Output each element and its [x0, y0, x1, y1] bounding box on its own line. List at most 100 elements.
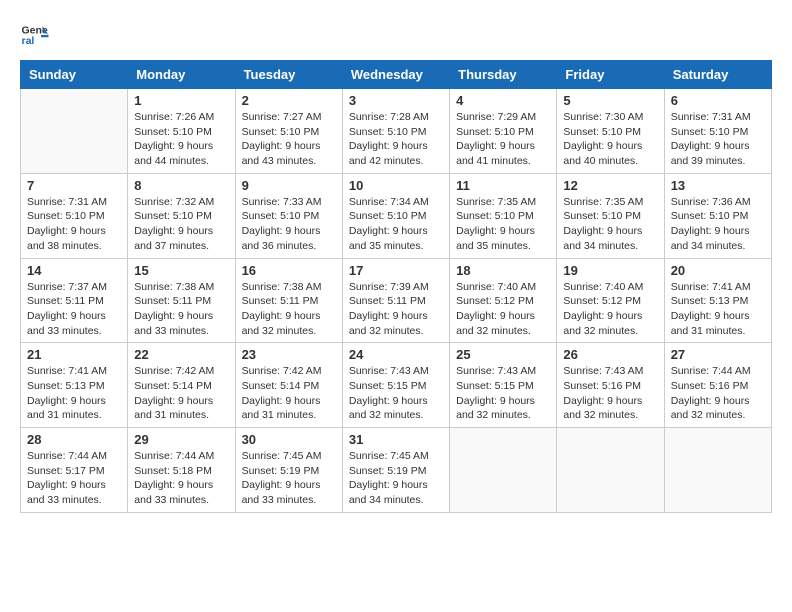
calendar-day-cell: 16 Sunrise: 7:38 AMSunset: 5:11 PMDayligh…: [235, 258, 342, 343]
day-number: 24: [349, 347, 443, 362]
day-info: Sunrise: 7:42 AMSunset: 5:14 PMDaylight:…: [134, 364, 228, 423]
calendar-day-cell: 27 Sunrise: 7:44 AMSunset: 5:16 PMDayligh…: [664, 343, 771, 428]
day-info: Sunrise: 7:26 AMSunset: 5:10 PMDaylight:…: [134, 110, 228, 169]
calendar-week-row: 7 Sunrise: 7:31 AMSunset: 5:10 PMDaylight…: [21, 173, 772, 258]
svg-text:ral: ral: [22, 35, 35, 47]
calendar-day-cell: 26Sunrise: 7:43 AMSunset: 5:16 PMDayligh…: [557, 343, 664, 428]
calendar-day-header: Monday: [128, 61, 235, 89]
day-info: Sunrise: 7:38 AMSunset: 5:11 PMDaylight:…: [242, 280, 336, 339]
calendar-day-cell: 15 Sunrise: 7:38 AMSunset: 5:11 PMDayligh…: [128, 258, 235, 343]
day-info: Sunrise: 7:39 AMSunset: 5:11 PMDaylight:…: [349, 280, 443, 339]
day-info: Sunrise: 7:40 AMSunset: 5:12 PMDaylight:…: [563, 280, 657, 339]
day-info: Sunrise: 7:32 AMSunset: 5:10 PMDaylight:…: [134, 195, 228, 254]
calendar-week-row: 21 Sunrise: 7:41 AMSunset: 5:13 PMDayligh…: [21, 343, 772, 428]
calendar-day-header: Sunday: [21, 61, 128, 89]
day-number: 20: [671, 263, 765, 278]
day-number: 27: [671, 347, 765, 362]
day-info: Sunrise: 7:41 AMSunset: 5:13 PMDaylight:…: [27, 364, 121, 423]
calendar-day-cell: 13 Sunrise: 7:36 AMSunset: 5:10 PMDayligh…: [664, 173, 771, 258]
day-info: Sunrise: 7:44 AMSunset: 5:16 PMDaylight:…: [671, 364, 765, 423]
calendar-day-cell: 6 Sunrise: 7:31 AMSunset: 5:10 PMDaylight…: [664, 89, 771, 174]
day-info: Sunrise: 7:27 AMSunset: 5:10 PMDaylight:…: [242, 110, 336, 169]
calendar-day-header: Wednesday: [342, 61, 449, 89]
day-number: 9: [242, 178, 336, 193]
day-info: Sunrise: 7:36 AMSunset: 5:10 PMDaylight:…: [671, 195, 765, 254]
calendar-day-header: Saturday: [664, 61, 771, 89]
logo: Gene ral: [20, 20, 54, 50]
day-info: Sunrise: 7:37 AMSunset: 5:11 PMDaylight:…: [27, 280, 121, 339]
day-info: Sunrise: 7:33 AMSunset: 5:10 PMDaylight:…: [242, 195, 336, 254]
day-info: Sunrise: 7:34 AMSunset: 5:10 PMDaylight:…: [349, 195, 443, 254]
day-info: Sunrise: 7:31 AMSunset: 5:10 PMDaylight:…: [671, 110, 765, 169]
day-number: 4: [456, 93, 550, 108]
day-info: Sunrise: 7:30 AMSunset: 5:10 PMDaylight:…: [563, 110, 657, 169]
day-number: 17: [349, 263, 443, 278]
day-info: Sunrise: 7:38 AMSunset: 5:11 PMDaylight:…: [134, 280, 228, 339]
calendar-day-cell: 21 Sunrise: 7:41 AMSunset: 5:13 PMDayligh…: [21, 343, 128, 428]
calendar-day-cell: 14 Sunrise: 7:37 AMSunset: 5:11 PMDayligh…: [21, 258, 128, 343]
day-number: 22: [134, 347, 228, 362]
day-number: 5: [563, 93, 657, 108]
calendar-day-cell: 17 Sunrise: 7:39 AMSunset: 5:11 PMDayligh…: [342, 258, 449, 343]
calendar-day-cell: [450, 428, 557, 513]
day-number: 28: [27, 432, 121, 447]
calendar-day-cell: 10 Sunrise: 7:34 AMSunset: 5:10 PMDayligh…: [342, 173, 449, 258]
day-number: 2: [242, 93, 336, 108]
day-info: Sunrise: 7:44 AMSunset: 5:18 PMDaylight:…: [134, 449, 228, 508]
calendar-day-cell: [21, 89, 128, 174]
day-number: 29: [134, 432, 228, 447]
calendar-day-cell: 22 Sunrise: 7:42 AMSunset: 5:14 PMDayligh…: [128, 343, 235, 428]
day-info: Sunrise: 7:31 AMSunset: 5:10 PMDaylight:…: [27, 195, 121, 254]
calendar-day-cell: 1Sunrise: 7:26 AMSunset: 5:10 PMDaylight…: [128, 89, 235, 174]
calendar-day-header: Tuesday: [235, 61, 342, 89]
day-number: 31: [349, 432, 443, 447]
day-number: 7: [27, 178, 121, 193]
calendar-day-cell: 3 Sunrise: 7:28 AMSunset: 5:10 PMDaylight…: [342, 89, 449, 174]
day-info: Sunrise: 7:28 AMSunset: 5:10 PMDaylight:…: [349, 110, 443, 169]
day-info: Sunrise: 7:43 AMSunset: 5:15 PMDaylight:…: [349, 364, 443, 423]
calendar-day-cell: 20 Sunrise: 7:41 AMSunset: 5:13 PMDayligh…: [664, 258, 771, 343]
day-number: 3: [349, 93, 443, 108]
day-info: Sunrise: 7:43 AMSunset: 5:16 PMDaylight:…: [563, 364, 657, 423]
day-info: Sunrise: 7:45 AMSunset: 5:19 PMDaylight:…: [349, 449, 443, 508]
calendar-day-cell: 31 Sunrise: 7:45 AMSunset: 5:19 PMDayligh…: [342, 428, 449, 513]
calendar-day-cell: 24 Sunrise: 7:43 AMSunset: 5:15 PMDayligh…: [342, 343, 449, 428]
calendar-table: SundayMondayTuesdayWednesdayThursdayFrid…: [20, 60, 772, 513]
day-number: 14: [27, 263, 121, 278]
day-info: Sunrise: 7:44 AMSunset: 5:17 PMDaylight:…: [27, 449, 121, 508]
day-info: Sunrise: 7:40 AMSunset: 5:12 PMDaylight:…: [456, 280, 550, 339]
day-number: 13: [671, 178, 765, 193]
day-info: Sunrise: 7:42 AMSunset: 5:14 PMDaylight:…: [242, 364, 336, 423]
calendar-week-row: 1Sunrise: 7:26 AMSunset: 5:10 PMDaylight…: [21, 89, 772, 174]
calendar-week-row: 28 Sunrise: 7:44 AMSunset: 5:17 PMDayligh…: [21, 428, 772, 513]
calendar-day-cell: 23Sunrise: 7:42 AMSunset: 5:14 PMDayligh…: [235, 343, 342, 428]
day-number: 16: [242, 263, 336, 278]
calendar-day-cell: 29 Sunrise: 7:44 AMSunset: 5:18 PMDayligh…: [128, 428, 235, 513]
day-info: Sunrise: 7:35 AMSunset: 5:10 PMDaylight:…: [456, 195, 550, 254]
calendar-day-cell: 11 Sunrise: 7:35 AMSunset: 5:10 PMDayligh…: [450, 173, 557, 258]
day-info: Sunrise: 7:35 AMSunset: 5:10 PMDaylight:…: [563, 195, 657, 254]
day-number: 18: [456, 263, 550, 278]
day-number: 30: [242, 432, 336, 447]
day-number: 12: [563, 178, 657, 193]
day-info: Sunrise: 7:41 AMSunset: 5:13 PMDaylight:…: [671, 280, 765, 339]
calendar-header-row: SundayMondayTuesdayWednesdayThursdayFrid…: [21, 61, 772, 89]
day-number: 6: [671, 93, 765, 108]
day-number: 10: [349, 178, 443, 193]
day-number: 19: [563, 263, 657, 278]
calendar-day-cell: 8 Sunrise: 7:32 AMSunset: 5:10 PMDaylight…: [128, 173, 235, 258]
day-info: Sunrise: 7:43 AMSunset: 5:15 PMDaylight:…: [456, 364, 550, 423]
logo-icon: Gene ral: [20, 20, 50, 50]
calendar-day-cell: 30 Sunrise: 7:45 AMSunset: 5:19 PMDayligh…: [235, 428, 342, 513]
calendar-day-cell: 18 Sunrise: 7:40 AMSunset: 5:12 PMDayligh…: [450, 258, 557, 343]
calendar-day-cell: [557, 428, 664, 513]
day-number: 11: [456, 178, 550, 193]
calendar-day-cell: 9 Sunrise: 7:33 AMSunset: 5:10 PMDaylight…: [235, 173, 342, 258]
day-number: 15: [134, 263, 228, 278]
calendar-day-header: Thursday: [450, 61, 557, 89]
calendar-day-cell: [664, 428, 771, 513]
day-info: Sunrise: 7:45 AMSunset: 5:19 PMDaylight:…: [242, 449, 336, 508]
day-number: 8: [134, 178, 228, 193]
day-number: 21: [27, 347, 121, 362]
calendar-day-cell: 4Sunrise: 7:29 AMSunset: 5:10 PMDaylight…: [450, 89, 557, 174]
